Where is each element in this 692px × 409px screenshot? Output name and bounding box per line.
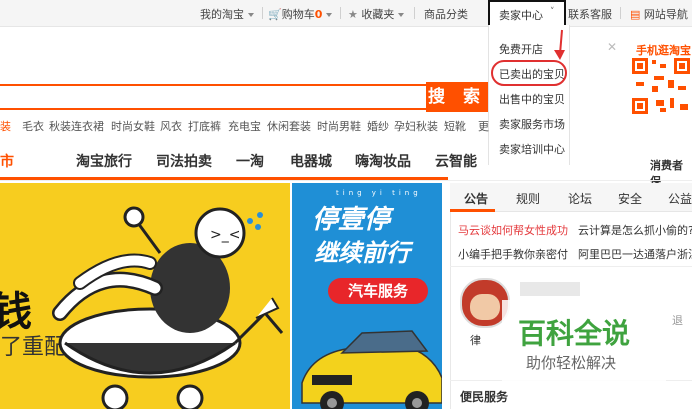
seller-center-label: 卖家中心: [499, 9, 543, 22]
svg-text:>_<: >_<: [210, 227, 240, 243]
favorites-link[interactable]: ★ 收藏夹: [348, 6, 405, 22]
menu-item-open-store[interactable]: 免费开店: [499, 41, 543, 57]
banner-pinyin: ting yi ting: [336, 189, 422, 197]
news-link[interactable]: 马云谈如何帮女性成功: [458, 222, 568, 238]
notice-tabs: 公告 规则 论坛 安全 公益: [450, 183, 692, 212]
categories-link[interactable]: 商品分类: [424, 6, 468, 22]
news-link[interactable]: 云计算是怎么抓小偷的?: [578, 222, 692, 238]
banner-headline-2: 继续前行: [314, 239, 410, 267]
hot-word[interactable]: 更: [478, 118, 489, 134]
hot-word[interactable]: 休闲套装: [267, 118, 311, 134]
exit-link[interactable]: 退: [672, 312, 683, 328]
hot-word[interactable]: 充电宝: [228, 118, 261, 134]
close-icon[interactable]: ✕: [607, 40, 617, 54]
baike-watermark: 百科全说 助你轻松解决: [502, 300, 666, 382]
hot-word[interactable]: 孕妇秋装: [394, 118, 438, 134]
chevron-down-icon: ˅: [550, 7, 555, 17]
hot-word[interactable]: 秋装连衣裙: [49, 118, 104, 134]
tab-notice[interactable]: 公告: [464, 190, 488, 207]
hot-word[interactable]: 风衣: [160, 118, 182, 134]
divider: [414, 7, 415, 19]
cart-link[interactable]: 🛒购物车0: [268, 6, 333, 22]
nav-item-smart[interactable]: 云智能: [435, 151, 477, 171]
search-button[interactable]: 搜 索: [426, 82, 488, 112]
divider: [450, 266, 692, 267]
site-nav-link[interactable]: ▤ 网站导航: [630, 6, 688, 22]
hot-word[interactable]: 时尚男鞋: [317, 118, 361, 134]
star-icon: ★: [348, 8, 358, 21]
nav-item-travel[interactable]: 淘宝旅行: [76, 151, 132, 171]
menu-item-training[interactable]: 卖家培训中心: [499, 141, 565, 157]
divider: [0, 180, 692, 181]
banner-headline-1: 停壹停: [312, 205, 391, 235]
hot-word[interactable]: 婚纱: [367, 118, 389, 134]
nav-item-market[interactable]: 市: [0, 151, 14, 171]
news-link[interactable]: 小编手把手教你亲密付: [458, 246, 568, 262]
divider: [620, 7, 621, 19]
nav-item-auction[interactable]: 司法拍卖: [156, 151, 212, 171]
cartoon-illustration: >_<: [52, 206, 284, 409]
watermark-title: 百科全说: [518, 317, 631, 350]
hot-word[interactable]: 短靴: [444, 118, 466, 134]
car-service-badge: 汽车服务: [328, 278, 428, 304]
hot-word[interactable]: 毛衣: [22, 118, 44, 134]
top-bar: 我的淘宝 🛒购物车0 ★ 收藏夹 商品分类 联系客服 ▤ 网站导航: [0, 0, 692, 27]
my-taobao-link[interactable]: 我的淘宝: [200, 6, 254, 22]
tab-security[interactable]: 安全: [618, 190, 642, 207]
document-icon: ▤: [630, 8, 641, 21]
menu-item-service-market[interactable]: 卖家服务市场: [499, 116, 565, 132]
tab-rules[interactable]: 规则: [516, 190, 540, 207]
qr-code: [630, 56, 692, 116]
promo-banner-car[interactable]: ting yi ting 停壹停 继续前行 汽车服务: [292, 183, 442, 409]
menu-item-on-sale[interactable]: 出售中的宝贝: [499, 91, 565, 107]
divider: [262, 7, 263, 19]
hot-word[interactable]: 装: [0, 118, 11, 134]
arrow-annotation: [554, 29, 565, 60]
active-tab-indicator: [450, 209, 495, 212]
cart-icon: 🛒: [268, 8, 282, 21]
service-title: 便民服务: [460, 390, 509, 404]
nav-item-appliances[interactable]: 电器城: [290, 151, 332, 171]
nav-item-cosmetics[interactable]: 嗨淘妆品: [355, 151, 411, 171]
divider: [340, 7, 341, 19]
tab-forum[interactable]: 论坛: [568, 190, 592, 207]
hot-word[interactable]: 打底裤: [188, 118, 221, 134]
nav-item-etao[interactable]: 一淘: [236, 151, 264, 171]
user-partial-label: 律: [470, 334, 481, 347]
seller-center-tab[interactable]: 卖家中心 ˅: [488, 0, 566, 25]
car-illustration: [301, 330, 442, 409]
tab-charity[interactable]: 公益: [668, 190, 692, 207]
search-input[interactable]: [0, 84, 426, 110]
promo-banner-left[interactable]: 钱 了重配 >_<: [0, 183, 290, 409]
hot-word[interactable]: 时尚女鞋: [111, 118, 155, 134]
support-link[interactable]: 联系客服: [568, 6, 612, 22]
username-placeholder: [520, 282, 580, 296]
news-link[interactable]: 阿里巴巴一达通落户浙江: [578, 246, 692, 262]
watermark-subtitle: 助你轻松解决: [526, 354, 617, 372]
